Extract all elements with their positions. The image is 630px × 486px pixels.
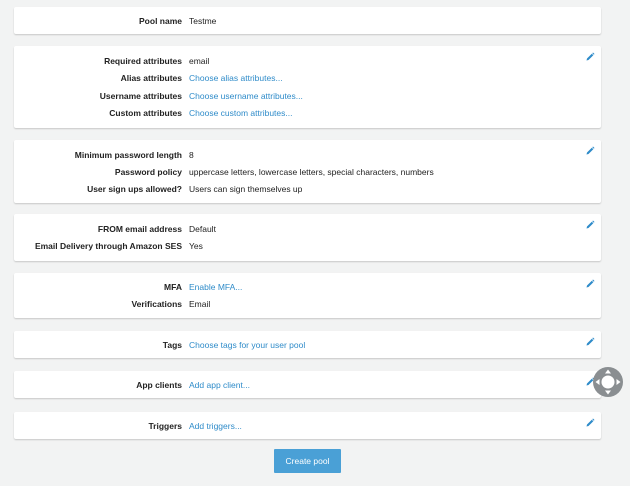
min-password-length-value: 8 <box>189 150 194 160</box>
ses-delivery-value: Yes <box>189 241 203 251</box>
verifications-label: Verifications <box>131 299 182 309</box>
min-password-length-row: Minimum password length 8 <box>14 149 601 161</box>
create-pool-button[interactable]: Create pool <box>274 449 341 473</box>
add-app-client-link[interactable]: Add app client... <box>189 379 250 391</box>
from-email-label: FROM email address <box>97 224 182 234</box>
tags-card: Tags Choose tags for your user pool <box>14 331 601 358</box>
verifications-row: Verifications Email <box>14 298 601 310</box>
choose-username-attributes-link[interactable]: Choose username attributes... <box>189 90 303 102</box>
ses-delivery-label: Email Delivery through Amazon SES <box>34 241 182 251</box>
from-email-row: FROM email address Default <box>14 223 601 235</box>
custom-attributes-label: Custom attributes <box>109 108 182 118</box>
policies-card: Minimum password length 8 Password polic… <box>14 140 601 203</box>
pool-name-row: Pool name Testme <box>14 15 601 27</box>
pool-name-value: Testme <box>189 16 217 26</box>
user-signups-value: Users can sign themselves up <box>189 184 303 194</box>
attributes-card: Required attributes email Alias attribut… <box>14 46 601 128</box>
choose-custom-attributes-link[interactable]: Choose custom attributes... <box>189 107 292 119</box>
enable-mfa-link[interactable]: Enable MFA... <box>189 281 242 293</box>
choose-tags-link[interactable]: Choose tags for your user pool <box>189 339 305 351</box>
user-signups-label: User sign ups allowed? <box>87 184 182 194</box>
required-attributes-label: Required attributes <box>104 56 182 66</box>
alias-attributes-row: Alias attributes Choose alias attributes… <box>14 72 601 84</box>
scroll-control-icon[interactable] <box>592 366 624 398</box>
min-password-length-label: Minimum password length <box>74 150 182 160</box>
tags-row: Tags Choose tags for your user pool <box>14 339 601 351</box>
email-card: FROM email address Default Email Deliver… <box>14 214 601 261</box>
triggers-row: Triggers Add triggers... <box>14 420 601 432</box>
password-policy-row: Password policy uppercase letters, lower… <box>14 166 601 178</box>
password-policy-label: Password policy <box>114 167 182 177</box>
password-policy-value: uppercase letters, lowercase letters, sp… <box>189 167 434 177</box>
verifications-value: Email <box>189 299 211 309</box>
username-attributes-row: Username attributes Choose username attr… <box>14 90 601 102</box>
add-triggers-link[interactable]: Add triggers... <box>189 420 242 432</box>
app-clients-card: App clients Add app client... <box>14 371 601 398</box>
from-email-value: Default <box>189 224 216 234</box>
triggers-card: Triggers Add triggers... <box>14 412 601 439</box>
user-signups-row: User sign ups allowed? Users can sign th… <box>14 183 601 195</box>
mfa-card: MFA Enable MFA... Verifications Email <box>14 273 601 318</box>
username-attributes-label: Username attributes <box>99 91 182 101</box>
ses-delivery-row: Email Delivery through Amazon SES Yes <box>14 240 601 252</box>
pool-name-label: Pool name <box>139 16 182 26</box>
choose-alias-attributes-link[interactable]: Choose alias attributes... <box>189 72 283 84</box>
custom-attributes-row: Custom attributes Choose custom attribut… <box>14 107 601 119</box>
triggers-label: Triggers <box>148 421 182 431</box>
required-attributes-row: Required attributes email <box>14 55 601 67</box>
tags-label: Tags <box>162 340 182 350</box>
app-clients-row: App clients Add app client... <box>14 379 601 391</box>
pool-name-card: Pool name Testme <box>14 7 601 34</box>
required-attributes-value: email <box>189 56 210 66</box>
app-clients-label: App clients <box>136 380 182 390</box>
mfa-label: MFA <box>164 282 182 292</box>
mfa-row: MFA Enable MFA... <box>14 281 601 293</box>
alias-attributes-label: Alias attributes <box>120 73 182 83</box>
